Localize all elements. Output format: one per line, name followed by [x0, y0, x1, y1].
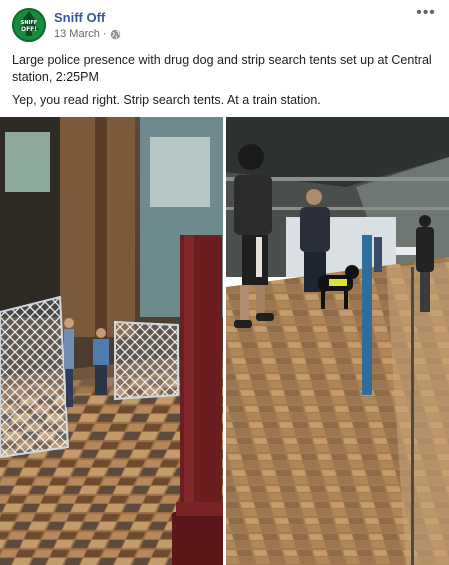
- globe-icon[interactable]: [110, 29, 121, 40]
- photo-grid: [0, 117, 449, 565]
- photo-right-illustration: [226, 117, 449, 565]
- avatar-logo-icon: SNIFF OFF!: [12, 8, 46, 42]
- page-avatar[interactable]: SNIFF OFF!: [12, 8, 46, 42]
- post-paragraph: Large police presence with drug dog and …: [12, 53, 432, 84]
- post-paragraph: Yep, you read right. Strip search tents.…: [12, 93, 321, 107]
- avatar-text-line2: OFF!: [21, 26, 37, 33]
- post-meta: 13 March ·: [54, 28, 121, 40]
- more-options-icon[interactable]: •••: [415, 5, 437, 24]
- post-header: SNIFF OFF! Sniff Off 13 March · •••: [12, 5, 437, 46]
- facebook-post-card: SNIFF OFF! Sniff Off 13 March · ••• Larg…: [0, 0, 449, 565]
- post-text: Large police presence with drug dog and …: [12, 52, 437, 115]
- photo-left-illustration: [0, 117, 223, 565]
- police-officer-with-drug-dog-photo[interactable]: [226, 117, 449, 565]
- post-date[interactable]: 13 March: [54, 28, 100, 40]
- meta-separator: ·: [102, 28, 107, 40]
- train-station-platform-search-tents-photo[interactable]: [0, 117, 223, 565]
- page-name-link[interactable]: Sniff Off: [54, 10, 105, 25]
